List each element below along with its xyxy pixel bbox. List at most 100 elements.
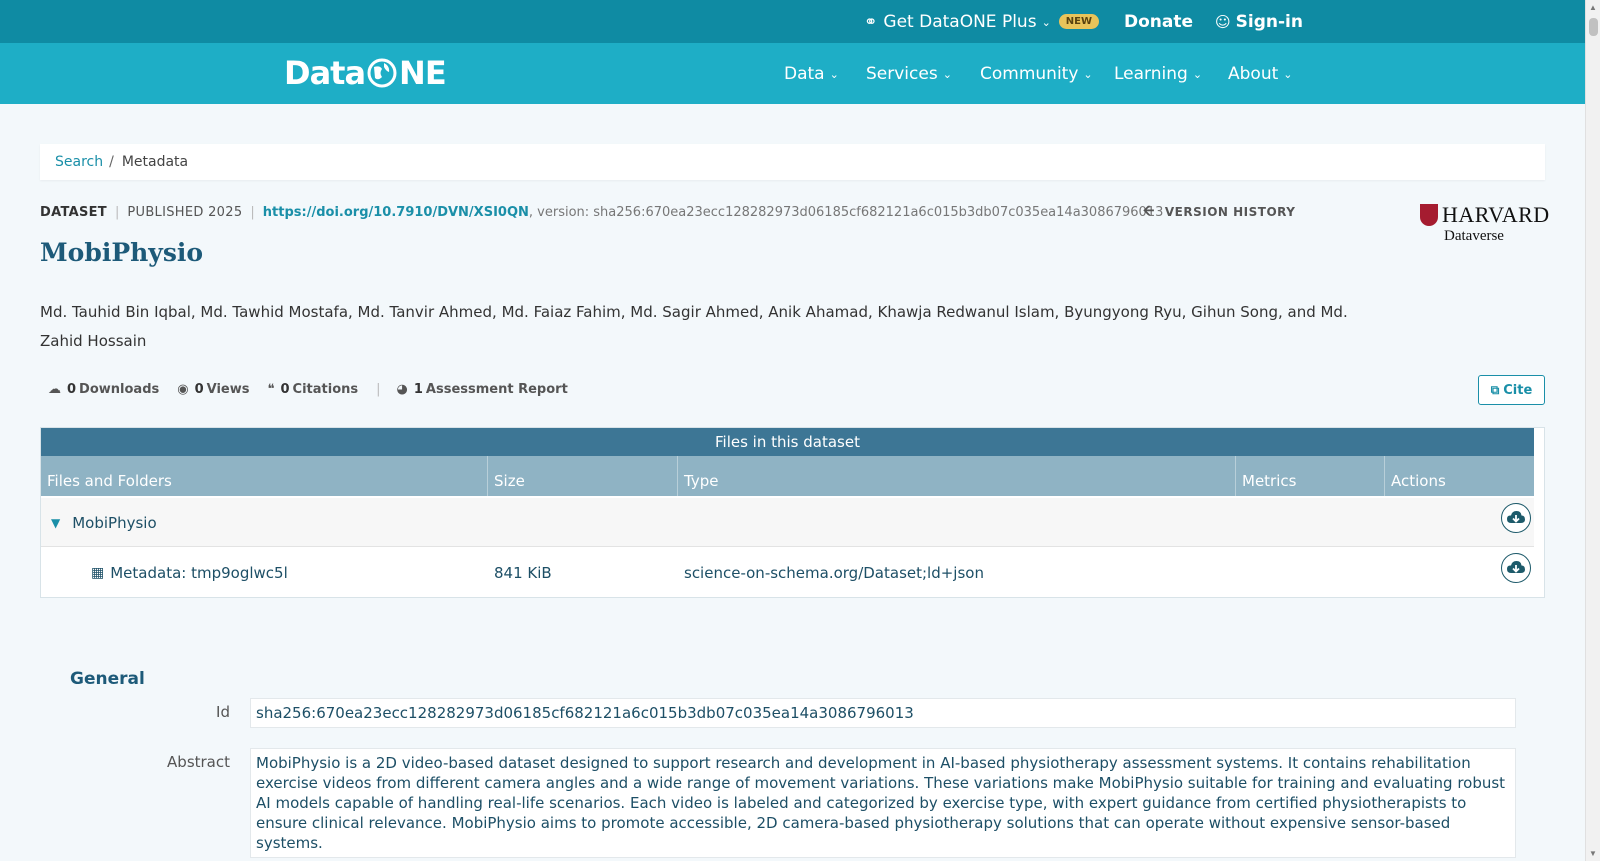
header-metrics[interactable]: Metrics [1236, 456, 1385, 496]
gauge-icon: ◕ [396, 381, 408, 397]
views-label: Views [206, 381, 250, 397]
nav-about-label: About [1228, 63, 1279, 84]
caret-down-icon[interactable]: ▼ [51, 516, 60, 530]
donate-link[interactable]: Donate [1124, 0, 1193, 43]
get-dataone-plus-menu[interactable]: ⚭ Get DataONE Plus ⌄ NEW [864, 0, 1100, 43]
scroll-down-arrow-icon[interactable]: ▼ [1589, 849, 1597, 858]
globe-o-icon [367, 58, 397, 88]
cite-label: Cite [1503, 382, 1533, 398]
cloud-download-icon [1507, 511, 1525, 523]
cloud-download-icon [1507, 561, 1525, 573]
cite-button[interactable]: ⧉ Cite [1478, 375, 1545, 405]
main-navbar: Data NE Data ⌄ Services ⌄ Community ⌄ Learn… [0, 43, 1585, 104]
sign-in-label: Sign-in [1235, 11, 1303, 32]
downloads-metric[interactable]: ☁ 0 Downloads [48, 382, 159, 397]
nav-learning[interactable]: Learning ⌄ [1114, 43, 1202, 104]
folder-download-button[interactable] [1501, 503, 1531, 533]
citations-count: 0 [280, 381, 290, 397]
breadcrumb-search-link[interactable]: Search [55, 154, 103, 170]
id-value: sha256:670ea23ecc128282973d06185cf682121… [250, 698, 1516, 728]
logo-text-left: Data [284, 54, 366, 92]
version-history-link[interactable]: 🡨 VERSION HISTORY [1143, 203, 1295, 221]
metrics-bar: ☁ 0 Downloads ◉ 0 Views ❝ 0 Citations | … [48, 380, 586, 398]
repository-subname: Dataverse [1444, 228, 1504, 244]
chevron-down-icon: ⌄ [829, 68, 839, 81]
nav-data[interactable]: Data ⌄ [784, 43, 839, 104]
quote-icon: ❝ [267, 381, 275, 397]
file-size: 841 KiB [494, 563, 552, 582]
file-name-cell[interactable]: ▦ Metadata: tmp9oglwc5l [91, 548, 288, 597]
scrollbar-thumb[interactable] [1589, 18, 1598, 36]
views-count: 0 [194, 381, 204, 397]
folder-cell[interactable]: ▼ MobiPhysio [51, 498, 157, 547]
harvard-dataverse-logo[interactable]: HARVARD Dataverse [1420, 200, 1549, 246]
table-row-folder[interactable]: ▼ MobiPhysio [41, 498, 1534, 547]
assessment-report-metric[interactable]: ◕ 1 Assessment Report [397, 382, 568, 397]
logo-text-right: NE [399, 54, 447, 92]
assessment-count: 1 [413, 381, 423, 397]
header-type[interactable]: Type [678, 456, 1236, 496]
header-files-and-folders[interactable]: Files and Folders [41, 456, 488, 496]
breadcrumb-separator: / [109, 154, 114, 170]
arrow-left-icon: 🡨 [1143, 203, 1155, 219]
folder-name: MobiPhysio [72, 513, 157, 532]
nav-about[interactable]: About ⌄ [1228, 43, 1292, 104]
citations-label: Citations [292, 381, 359, 397]
top-utility-bar: ⚭ Get DataONE Plus ⌄ NEW Donate ☺ Sign-i… [0, 0, 1585, 43]
files-table-caption: Files in this dataset [41, 428, 1534, 456]
copy-icon: ⧉ [1490, 382, 1500, 397]
nav-services-label: Services [866, 63, 938, 84]
nav-community-label: Community [980, 63, 1079, 84]
header-size[interactable]: Size [488, 456, 678, 496]
version-text: , version: sha256:670ea23ecc128282973d06… [528, 204, 1164, 220]
downloads-count: 0 [67, 381, 77, 397]
cloud-download-icon: ☁ [48, 381, 61, 397]
chevron-down-icon: ⌄ [1041, 16, 1051, 29]
assessment-label: Assessment Report [425, 381, 568, 397]
eye-icon: ◉ [177, 381, 189, 397]
chevron-down-icon: ⌄ [1283, 68, 1293, 81]
meta-divider: | [250, 204, 255, 220]
table-grid-icon: ▦ [91, 564, 105, 581]
abstract-value: MobiPhysio is a 2D video-based dataset d… [250, 748, 1516, 858]
repository-name: HARVARD [1442, 202, 1550, 227]
file-download-button[interactable] [1501, 553, 1531, 583]
published-label: PUBLISHED 2025 [127, 204, 243, 220]
doi-link[interactable]: https://doi.org/10.7910/DVN/XSI0QN [263, 205, 529, 220]
file-name: Metadata: tmp9oglwc5l [110, 563, 288, 582]
files-table-header: Files and Folders Size Type Metrics Acti… [41, 456, 1534, 496]
chevron-down-icon: ⌄ [1083, 68, 1093, 81]
version-history-label: VERSION HISTORY [1164, 205, 1296, 219]
new-badge: NEW [1058, 14, 1100, 29]
downloads-label: Downloads [79, 381, 160, 397]
get-dataone-plus-label: Get DataONE Plus [883, 11, 1037, 32]
general-section-heading: General [70, 669, 145, 689]
abstract-label: Abstract [167, 753, 230, 771]
nav-data-label: Data [784, 63, 825, 84]
header-actions: Actions [1391, 472, 1446, 490]
dataset-type-label: DATASET [40, 204, 107, 220]
table-row-file[interactable]: ▦ Metadata: tmp9oglwc5l 841 KiB science-… [41, 548, 1534, 597]
page-scrollbar[interactable]: ▲ ▼ [1585, 0, 1600, 861]
sign-in-link[interactable]: ☺ Sign-in [1215, 0, 1303, 43]
nav-learning-label: Learning [1114, 63, 1188, 84]
breadcrumb-current: Metadata [121, 154, 189, 170]
dataset-title: MobiPhysio [40, 238, 204, 267]
breadcrumb: Search / Metadata [40, 144, 1545, 180]
nav-services[interactable]: Services ⌄ [866, 43, 952, 104]
chevron-down-icon: ⌄ [1192, 68, 1203, 81]
chevron-down-icon: ⌄ [942, 68, 952, 81]
scroll-up-arrow-icon[interactable]: ▲ [1589, 3, 1597, 12]
metrics-divider: | [376, 381, 381, 397]
globe-icon: ⚭ [864, 12, 878, 31]
id-label: Id [216, 703, 230, 721]
file-type: science-on-schema.org/Dataset;ld+json [684, 563, 984, 582]
files-table: Files in this dataset Files and Folders … [40, 427, 1545, 598]
nav-community[interactable]: Community ⌄ [980, 43, 1093, 104]
user-icon: ☺ [1215, 12, 1231, 31]
citations-metric[interactable]: ❝ 0 Citations [268, 382, 359, 397]
harvard-shield-icon [1420, 204, 1438, 226]
dataset-authors: Md. Tauhid Bin Iqbal, Md. Tawhid Mostafa… [40, 303, 1348, 350]
views-metric[interactable]: ◉ 0 Views [177, 382, 249, 397]
dataone-logo[interactable]: Data NE [284, 53, 447, 93]
